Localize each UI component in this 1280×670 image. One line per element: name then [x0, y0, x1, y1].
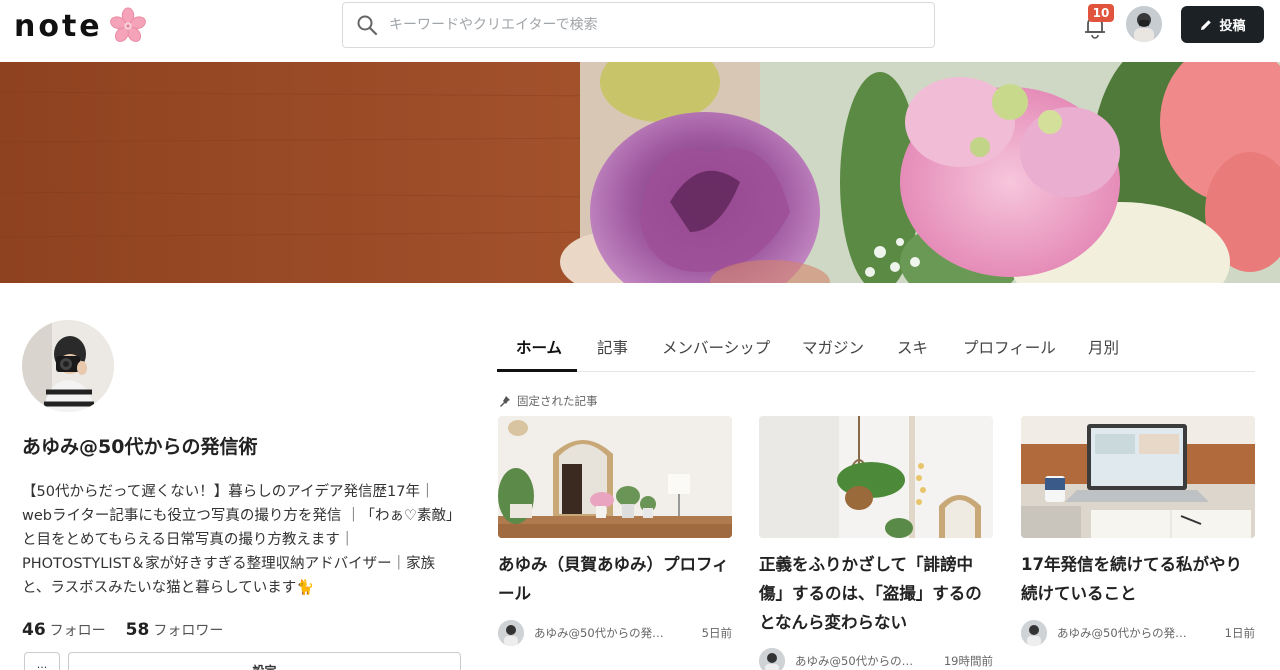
post-time: 5日前 [701, 626, 732, 640]
search-box[interactable] [342, 2, 935, 48]
post-button-label: 投稿 [1219, 19, 1246, 34]
article-meta: あゆみ@50代からの発… 5日前 [498, 620, 732, 646]
article-card[interactable]: あゆみ（貝賀あゆみ）プロフィール あゆみ@50代からの発… 5日前 [498, 416, 732, 646]
author-name[interactable]: あゆみ@50代からの… [795, 653, 940, 669]
author-avatar[interactable] [498, 620, 524, 646]
pinned-label-text: 固定された記事 [517, 394, 598, 408]
article-title[interactable]: 正義をふりかざして「誹謗中傷」するのは、「盗撮」するのとなんら変わらない [759, 550, 993, 637]
tab-monthly[interactable]: 月別 [1088, 336, 1119, 358]
site-header: note 10 [0, 0, 1280, 62]
author-avatar[interactable] [1021, 620, 1047, 646]
logo-text: note [14, 8, 103, 44]
notification-badge: 10 [1088, 4, 1114, 22]
sakura-icon [109, 7, 146, 42]
article-thumbnail[interactable] [759, 416, 993, 538]
note-logo[interactable]: note [14, 6, 147, 46]
article-meta: あゆみ@50代からの… 19時間前 [759, 648, 993, 670]
pinned-section-label: 固定された記事 [499, 393, 598, 409]
profile-tabs: ホーム 記事 メンバーシップ マガジン スキ プロフィール 月別 [497, 322, 1255, 372]
more-button[interactable]: ··· [24, 652, 60, 670]
post-time: 1日前 [1224, 626, 1255, 640]
cover-image [0, 62, 1280, 283]
tab-membership[interactable]: メンバーシップ [662, 336, 770, 358]
pencil-icon [1201, 19, 1212, 30]
follow-label[interactable]: フォロー [50, 620, 106, 640]
article-title[interactable]: あゆみ（貝賀あゆみ）プロフィール [498, 550, 732, 608]
tab-profile[interactable]: プロフィール [963, 336, 1056, 358]
article-meta: あゆみ@50代からの発… 1日前 [1021, 620, 1255, 646]
follow-count[interactable]: 46 [22, 620, 46, 640]
settings-button[interactable]: 設定 [68, 652, 461, 670]
user-avatar[interactable] [1126, 6, 1162, 42]
search-icon [357, 15, 378, 36]
profile-avatar[interactable] [22, 320, 114, 412]
post-button[interactable]: 投稿 [1181, 6, 1264, 43]
tab-home[interactable]: ホーム [516, 336, 562, 358]
article-card[interactable]: 正義をふりかざして「誹謗中傷」するのは、「盗撮」するのとなんら変わらない あゆみ… [759, 416, 993, 670]
post-time: 19時間前 [943, 654, 993, 668]
article-title[interactable]: 17年発信を続けてる私がやり続けていること [1021, 550, 1255, 608]
tab-magazine[interactable]: マガジン [802, 336, 864, 358]
tab-articles[interactable]: 記事 [597, 336, 628, 358]
follower-count[interactable]: 58 [126, 620, 150, 640]
article-card[interactable]: 17年発信を続けてる私がやり続けていること あゆみ@50代からの発… 1日前 [1021, 416, 1255, 646]
article-thumbnail[interactable] [1021, 416, 1255, 538]
author-name[interactable]: あゆみ@50代からの発… [1057, 625, 1202, 641]
tab-likes[interactable]: スキ [897, 336, 928, 358]
search-input[interactable] [389, 17, 909, 33]
creator-name: あゆみ@50代からの発信術 [22, 436, 258, 458]
follower-label[interactable]: フォロワー [153, 620, 223, 640]
author-avatar[interactable] [759, 648, 785, 670]
active-tab-indicator [497, 369, 577, 372]
author-name[interactable]: あゆみ@50代からの発… [534, 625, 679, 641]
pin-icon [500, 396, 510, 407]
article-thumbnail[interactable] [498, 416, 732, 538]
follow-stats: 46 フォロー 58 フォロワー [22, 620, 223, 640]
creator-bio: 【50代からだって遅くない！】暮らしのアイデア発信歴17年｜webライター記事に… [22, 484, 461, 596]
